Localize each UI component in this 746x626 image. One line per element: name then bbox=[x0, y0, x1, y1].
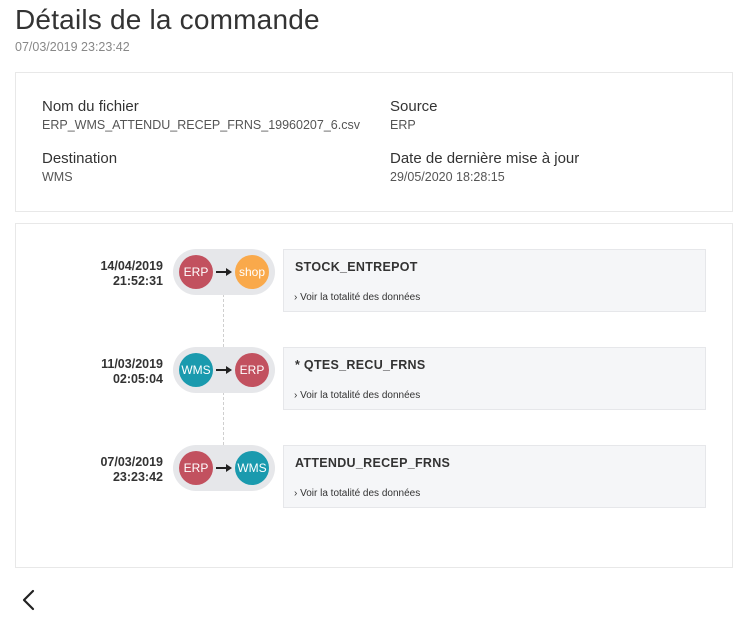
back-button[interactable] bbox=[18, 588, 40, 612]
event-date: 07/03/2019 bbox=[100, 455, 163, 469]
message-title: STOCK_ENTREPOT bbox=[295, 260, 418, 274]
arrow-right-icon bbox=[216, 366, 232, 374]
flow-pill: ERP shop bbox=[173, 249, 275, 295]
source-node: ERP bbox=[179, 255, 213, 289]
message-title: ATTENDU_RECEP_FRNS bbox=[295, 456, 451, 470]
arrow-right-icon bbox=[216, 464, 232, 472]
chevron-left-icon bbox=[22, 589, 35, 611]
destination-node: ERP bbox=[235, 353, 269, 387]
page-title: Détails de la commande bbox=[15, 4, 320, 35]
event-time: 02:05:04 bbox=[112, 372, 163, 386]
event-date: 11/03/2019 bbox=[101, 357, 163, 371]
timeline-event: 07/03/2019 23:23:42 ERP WMS ATTENDU_RECE… bbox=[0, 445, 746, 509]
destination-value: WMS bbox=[42, 170, 73, 184]
destination-node: shop bbox=[235, 255, 269, 289]
source-label: Source bbox=[390, 98, 438, 115]
view-all-data-link[interactable]: › Voir la totalité des données bbox=[294, 488, 420, 499]
flow-pill: WMS ERP bbox=[173, 347, 275, 393]
last-update-field: Date de dernière mise à jour 29/05/2020 … bbox=[390, 150, 579, 184]
event-datetime: 07/03/2019 23:23:42 bbox=[60, 455, 163, 485]
last-update-value: 29/05/2020 18:28:15 bbox=[390, 170, 505, 184]
event-datetime: 14/04/2019 21:52:31 bbox=[60, 259, 163, 289]
source-field: Source ERP bbox=[390, 98, 438, 132]
last-update-label: Date de dernière mise à jour bbox=[390, 150, 580, 167]
file-name-value: ERP_WMS_ATTENDU_RECEP_FRNS_19960207_6.cs… bbox=[42, 118, 360, 132]
destination-label: Destination bbox=[42, 150, 118, 167]
destination-node: WMS bbox=[235, 451, 269, 485]
page-timestamp: 07/03/2019 23:23:42 bbox=[15, 40, 130, 54]
source-value: ERP bbox=[390, 118, 416, 132]
order-info-card: Nom du fichier ERP_WMS_ATTENDU_RECEP_FRN… bbox=[15, 72, 733, 212]
destination-field: Destination WMS bbox=[42, 150, 117, 184]
file-name-field: Nom du fichier ERP_WMS_ATTENDU_RECEP_FRN… bbox=[42, 98, 362, 132]
event-datetime: 11/03/2019 02:05:04 bbox=[60, 357, 163, 387]
file-name-label: Nom du fichier bbox=[42, 98, 139, 115]
event-time: 23:23:42 bbox=[112, 470, 163, 484]
message-title: * QTES_RECU_FRNS bbox=[295, 358, 426, 372]
view-all-data-link[interactable]: › Voir la totalité des données bbox=[294, 292, 420, 303]
timeline-event: 14/04/2019 21:52:31 ERP shop STOCK_ENTRE… bbox=[0, 249, 746, 313]
message-card: * QTES_RECU_FRNS › Voir la totalité des … bbox=[283, 347, 706, 410]
flow-pill: ERP WMS bbox=[173, 445, 275, 491]
message-card: STOCK_ENTREPOT › Voir la totalité des do… bbox=[283, 249, 706, 312]
view-all-data-link[interactable]: › Voir la totalité des données bbox=[294, 390, 420, 401]
event-date: 14/04/2019 bbox=[100, 259, 163, 273]
timeline-event: 11/03/2019 02:05:04 WMS ERP * QTES_RECU_… bbox=[0, 347, 746, 411]
event-time: 21:52:31 bbox=[112, 274, 163, 288]
arrow-right-icon bbox=[216, 268, 232, 276]
message-card: ATTENDU_RECEP_FRNS › Voir la totalité de… bbox=[283, 445, 706, 508]
source-node: WMS bbox=[179, 353, 213, 387]
source-node: ERP bbox=[179, 451, 213, 485]
